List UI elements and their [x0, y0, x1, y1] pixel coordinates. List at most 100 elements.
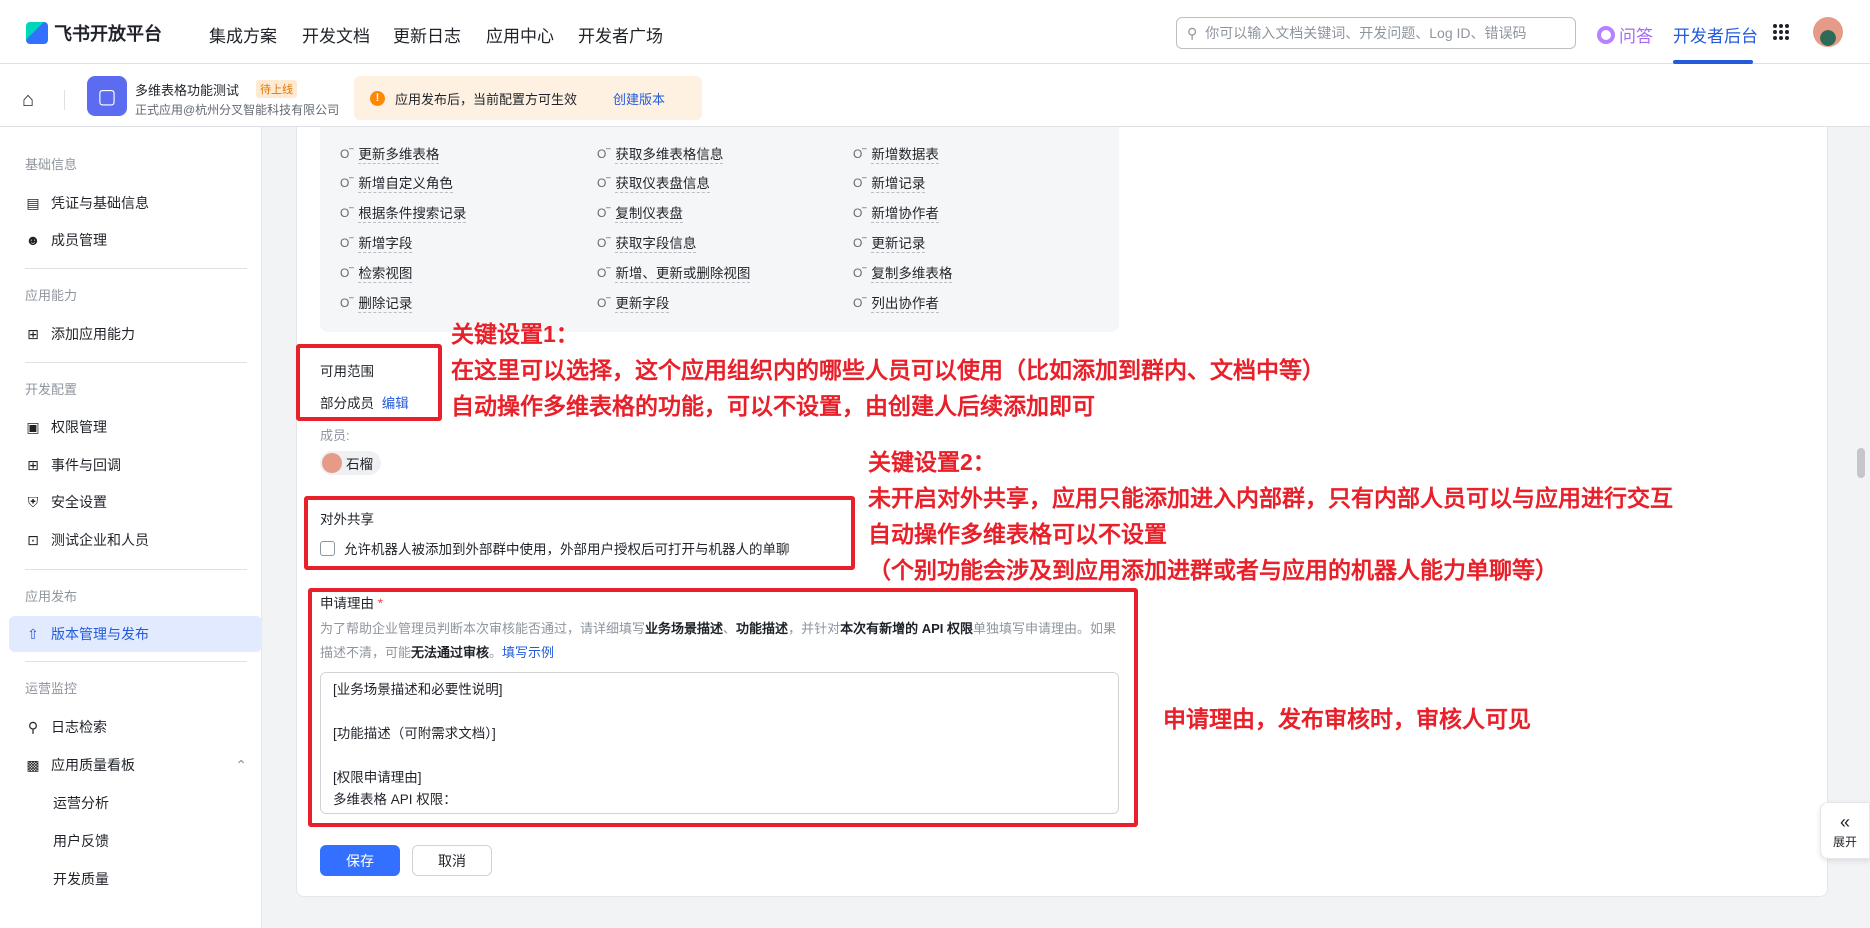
qa-button[interactable]: 问答: [1597, 22, 1653, 47]
permission-item[interactable]: O‾ 新增记录: [853, 172, 926, 193]
log-search-icon: ⚲: [27, 718, 39, 735]
divider: [64, 90, 65, 110]
nav-link-solutions[interactable]: 集成方案: [209, 22, 277, 47]
permission-item[interactable]: O‾ 新增字段: [340, 232, 413, 253]
key-icon: O‾: [340, 235, 354, 250]
permission-item[interactable]: O‾ 检索视图: [340, 262, 413, 283]
permission-item[interactable]: O‾ 根据条件搜索记录: [340, 202, 467, 223]
key-icon: O‾: [340, 295, 354, 310]
user-avatar[interactable]: [1813, 17, 1843, 47]
permission-item[interactable]: O‾ 复制多维表格: [853, 262, 953, 283]
member-chip[interactable]: 石榴: [320, 451, 381, 475]
permission-item[interactable]: O‾ 复制仪表盘: [597, 202, 683, 223]
status-badge: 待上线: [256, 80, 297, 98]
annotation-line: 未开启对外共享，应用只能添加进入内部群，只有内部人员可以与应用进行交互: [868, 485, 1673, 511]
permission-label: 列出协作者: [871, 292, 939, 313]
sidebar-item-quality[interactable]: ▩ 应用质量看板 ⌃: [25, 755, 247, 775]
permission-label: 根据条件搜索记录: [358, 202, 467, 223]
nav-link-dev-plaza[interactable]: 开发者广场: [578, 22, 663, 47]
permission-item[interactable]: O‾ 更新字段: [597, 292, 670, 313]
dev-console-link[interactable]: 开发者后台: [1673, 22, 1758, 47]
sidebar: 基础信息 ▤ 凭证与基础信息 ☻ 成员管理 应用能力 ⊞ 添加应用能力 开发配置 ▣ 权…: [0, 127, 262, 928]
permission-item[interactable]: O‾ 更新多维表格: [340, 143, 440, 164]
brand-name: 飞书开放平台: [54, 24, 162, 44]
permission-label: 新增记录: [871, 172, 926, 193]
sidebar-group-basic: 基础信息: [25, 157, 78, 172]
sidebar-item-label: 安全设置: [51, 494, 107, 510]
brand-logo[interactable]: 飞书开放平台: [26, 20, 162, 46]
permission-item[interactable]: O‾ 获取仪表盘信息: [597, 172, 710, 193]
event-icon: ⊞: [27, 456, 39, 473]
home-icon[interactable]: ⌂: [22, 89, 34, 112]
expand-button[interactable]: « 展开: [1820, 802, 1870, 859]
permission-item[interactable]: O‾ 新增自定义角色: [340, 172, 453, 193]
permission-item[interactable]: O‾ 新增、更新或删除视图: [597, 262, 751, 283]
sidebar-item-add-capability[interactable]: ⊞ 添加应用能力: [25, 324, 135, 344]
app-grid-icon[interactable]: [1773, 24, 1789, 40]
permission-item[interactable]: O‾ 获取字段信息: [597, 232, 697, 253]
sidebar-subitem-analytics[interactable]: 运营分析: [53, 793, 109, 813]
app-name: 多维表格功能测试: [135, 83, 240, 98]
sidebar-item-security[interactable]: ⛨ 安全设置: [25, 492, 107, 512]
annotation-text-3: 申请理由，发布审核时，审核人可见: [1163, 706, 1531, 732]
annotation-line: 自动操作多维表格的功能，可以不设置，由创建人后续添加即可: [451, 393, 1095, 419]
sidebar-item-events[interactable]: ⊞ 事件与回调: [25, 455, 121, 475]
annotation-line: （个别功能会涉及到应用添加进群或者与应用的机器人能力单聊等）: [868, 557, 1558, 583]
grid-add-icon: ⊞: [27, 325, 39, 342]
scrollbar-thumb[interactable]: [1857, 448, 1865, 478]
chevron-up-icon[interactable]: ⌃: [235, 757, 247, 774]
key-icon: O‾: [597, 295, 611, 310]
permission-label: 新增协作者: [871, 202, 939, 223]
nav-link-docs[interactable]: 开发文档: [302, 22, 370, 47]
nav-link-changelog[interactable]: 更新日志: [393, 22, 461, 47]
divider: [25, 268, 247, 269]
sidebar-item-label: 日志检索: [51, 719, 107, 735]
sidebar-item-test-tenant[interactable]: ⊡ 测试企业和人员: [25, 530, 149, 550]
upload-icon: ⇧: [27, 625, 39, 642]
key-icon: O‾: [853, 205, 867, 220]
create-version-link[interactable]: 创建版本: [613, 89, 665, 108]
annotation-line: 在这里可以选择，这个应用组织内的哪些人员可以使用（比如添加到群内、文档中等）: [451, 357, 1325, 383]
app-cube-icon: ▢: [87, 76, 127, 116]
expand-label: 展开: [1832, 834, 1857, 849]
ai-ring-icon: [1597, 25, 1615, 44]
annotation-box-3: [308, 588, 1138, 827]
permission-item[interactable]: O‾ 获取多维表格信息: [597, 143, 724, 164]
permission-item[interactable]: O‾ 列出协作者: [853, 292, 939, 313]
id-card-icon: ▤: [26, 194, 40, 211]
sidebar-item-label: 版本管理与发布: [51, 626, 149, 642]
members-label: 成员:: [320, 428, 350, 443]
nav-link-app-center[interactable]: 应用中心: [486, 22, 554, 47]
shield-icon: ⛨: [27, 493, 39, 510]
key-icon: O‾: [853, 265, 867, 280]
double-chevron-left-icon: «: [1839, 811, 1850, 832]
permission-item[interactable]: O‾ 删除记录: [340, 292, 413, 313]
key-icon: O‾: [340, 205, 354, 220]
sidebar-item-credentials[interactable]: ▤ 凭证与基础信息: [25, 193, 149, 213]
briefcase-icon: ▣: [26, 418, 40, 435]
annotation-box-1: [296, 344, 442, 421]
key-icon: O‾: [597, 205, 611, 220]
permission-label: 新增、更新或删除视图: [615, 262, 751, 283]
sidebar-subitem-dev-quality[interactable]: 开发质量: [53, 869, 109, 889]
cancel-button[interactable]: 取消: [412, 845, 492, 876]
app-subtitle: 正式应用@杭州分叉智能科技有限公司: [135, 103, 340, 117]
permission-item[interactable]: O‾ 更新记录: [853, 232, 926, 253]
permission-label: 新增字段: [358, 232, 413, 253]
search-input[interactable]: ⚲ 你可以输入文档关键词、开发问题、Log ID、错误码: [1176, 17, 1576, 49]
sidebar-item-permissions[interactable]: ▣ 权限管理: [25, 417, 107, 437]
save-button[interactable]: 保存: [320, 845, 400, 876]
sidebar-group-publish: 应用发布: [25, 589, 78, 604]
annotation-text-2: 关键设置2： 未开启对外共享，应用只能添加进入内部群，只有内部人员可以与应用进行交…: [868, 444, 1673, 588]
permission-label: 获取多维表格信息: [615, 143, 724, 164]
sidebar-subitem-feedback[interactable]: 用户反馈: [53, 831, 109, 851]
code-icon: ⊡: [27, 531, 39, 548]
permission-item[interactable]: O‾ 新增数据表: [853, 143, 939, 164]
permission-item[interactable]: O‾ 新增协作者: [853, 202, 939, 223]
key-icon: O‾: [597, 146, 611, 161]
sidebar-item-log-search[interactable]: ⚲ 日志检索: [25, 717, 107, 737]
key-icon: O‾: [853, 235, 867, 250]
key-icon: O‾: [340, 175, 354, 190]
sidebar-item-versions[interactable]: ⇧ 版本管理与发布: [25, 624, 149, 644]
sidebar-item-members[interactable]: ☻ 成员管理: [25, 230, 107, 250]
